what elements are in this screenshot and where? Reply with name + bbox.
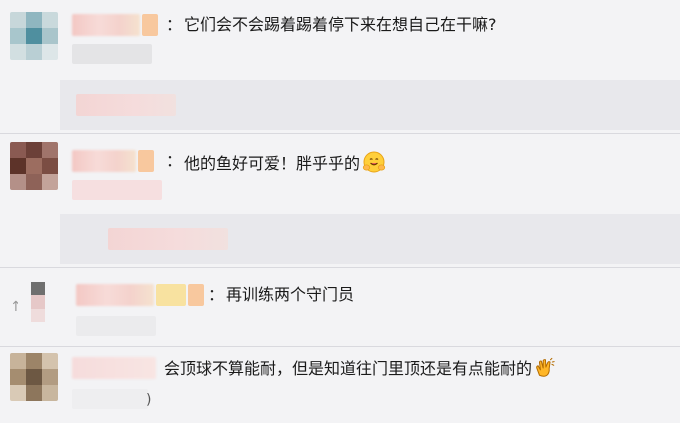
username-blurred[interactable] — [72, 357, 156, 379]
avatar[interactable] — [10, 12, 58, 60]
user-badge — [138, 150, 154, 172]
comment-text-content: 他的鱼好可爱！胖乎乎的 — [184, 154, 361, 173]
comment-meta-blurred — [72, 180, 162, 200]
user-badge — [188, 284, 204, 306]
comment-item: ： 它们会不会踢着踢着停下来在想自己在干嘛? — [0, 0, 680, 78]
comment-text: 它们会不会踢着踢着停下来在想自己在干嘛? — [184, 15, 497, 34]
username-blurred[interactable] — [72, 14, 140, 36]
reply-section[interactable] — [60, 80, 680, 130]
comment-item: ： 他的鱼好可爱！胖乎乎的 — [0, 134, 680, 214]
comment-item: 会顶球不算能耐，但是知道往门里顶还是有点能耐的 ) — [0, 347, 680, 423]
avatar[interactable] — [18, 282, 58, 322]
comment-text-content: 会顶球不算能耐，但是知道往门里顶还是有点能耐的 — [164, 359, 533, 378]
avatar[interactable] — [10, 353, 58, 401]
comment-meta-blurred — [76, 316, 156, 336]
hugging-face-emoji-icon — [362, 151, 386, 173]
user-badge — [156, 284, 186, 306]
comment-meta-blurred — [72, 389, 148, 409]
comment-colon: ： — [208, 285, 225, 304]
comment-text: 会顶球不算能耐，但是知道往门里顶还是有点能耐的 — [164, 357, 556, 380]
comment-item: ↑ ： 再训练两个守门员 — [0, 268, 680, 344]
username-blurred[interactable] — [72, 150, 136, 172]
comment-text: 他的鱼好可爱！胖乎乎的 — [184, 150, 386, 175]
comment-colon: ： — [166, 15, 183, 34]
reply-section[interactable] — [60, 214, 680, 264]
comment-text: 再训练两个守门员 — [226, 285, 355, 304]
reply-preview-blurred — [76, 94, 176, 116]
partial-text: ) — [146, 392, 152, 408]
user-badge — [142, 14, 158, 36]
reply-preview-blurred — [108, 228, 228, 250]
username-blurred[interactable] — [76, 284, 154, 306]
clapping-hands-emoji-icon — [536, 357, 555, 377]
comment-meta-blurred — [72, 44, 152, 64]
comment-colon: ： — [166, 151, 183, 170]
avatar[interactable] — [10, 142, 58, 190]
